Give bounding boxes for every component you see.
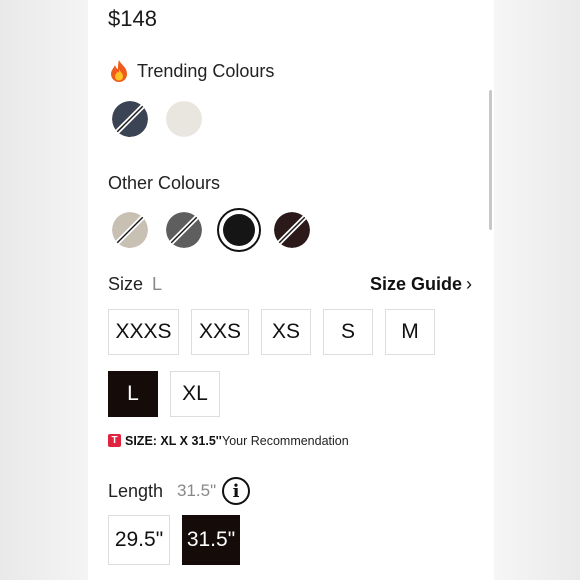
info-icon[interactable]: i — [222, 477, 250, 505]
background-right — [494, 0, 580, 580]
swatch-beige[interactable] — [112, 212, 148, 248]
swatch-brown[interactable] — [274, 212, 310, 248]
trending-colours-title: Trending Colours — [137, 61, 275, 81]
swatch-grey[interactable] — [166, 212, 202, 248]
other-colours-title: Other Colours — [108, 173, 221, 193]
size-option-s[interactable]: S — [323, 309, 373, 355]
size-option-xs[interactable]: XS — [261, 309, 311, 355]
swatch-black-fill — [223, 214, 255, 246]
swatch-navy[interactable] — [112, 101, 148, 137]
size-option-m[interactable]: M — [385, 309, 435, 355]
swatch-black-selected[interactable] — [217, 208, 261, 252]
length-label: Length — [108, 481, 164, 501]
flame-icon — [108, 59, 130, 83]
size-option-xl[interactable]: XL — [170, 371, 220, 417]
chevron-right-icon[interactable]: › — [466, 274, 472, 295]
size-option-xxxs[interactable]: XXXS — [108, 309, 179, 355]
length-selected-value: 31.5" — [177, 481, 217, 500]
size-guide-link[interactable]: Size Guide — [370, 274, 462, 295]
size-selected-value: L — [152, 274, 163, 294]
swatch-cream[interactable] — [166, 101, 202, 137]
product-price: $148 — [108, 6, 157, 31]
length-option-29-5[interactable]: 29.5" — [108, 515, 170, 565]
size-label: Size — [108, 274, 144, 294]
recommendation-text: Your Recommendation — [222, 434, 349, 448]
recommendation-size: SIZE: XL X 31.5'' — [125, 434, 222, 448]
size-option-l[interactable]: L — [108, 371, 158, 417]
recommendation-badge: T — [108, 434, 121, 447]
length-option-31-5[interactable]: 31.5" — [182, 515, 240, 565]
size-option-xxs[interactable]: XXS — [191, 309, 249, 355]
scrollbar[interactable] — [489, 90, 492, 230]
background-left — [0, 0, 88, 580]
